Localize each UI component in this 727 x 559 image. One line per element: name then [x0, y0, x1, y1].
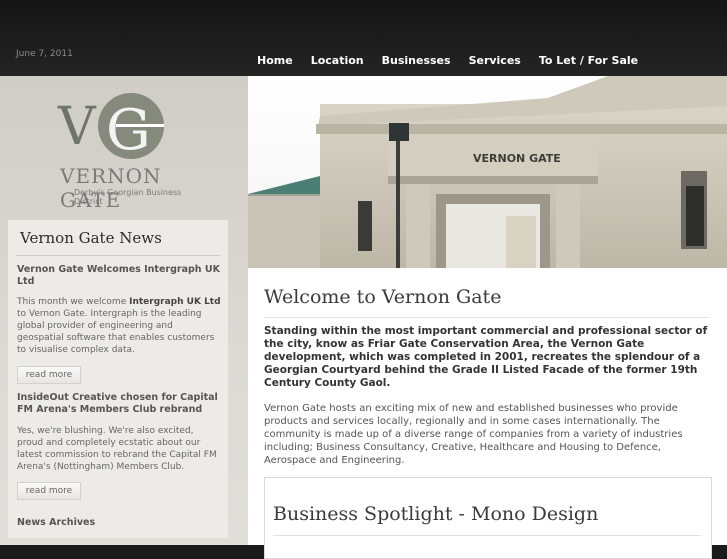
sidebar: G V VERNON GATE Derby's Georgian Busines…	[0, 76, 248, 545]
intro-body: Vernon Gate hosts an exciting mix of new…	[264, 403, 683, 466]
date-label: June 7, 2011	[16, 49, 73, 59]
hero-image: VERNON GATE	[248, 76, 727, 268]
svg-text:V: V	[57, 97, 97, 157]
building-facade-illustration: VERNON GATE	[248, 76, 727, 268]
news-archives-link[interactable]: News Archives	[17, 517, 95, 528]
hero-sign-text: VERNON GATE	[473, 152, 561, 165]
svg-text:G: G	[106, 98, 151, 163]
title-divider	[264, 317, 710, 318]
top-bar: June 7, 2011 Home Location Businesses Se…	[0, 0, 727, 76]
news-item-2-read-more-button[interactable]: read more	[17, 482, 81, 500]
page-title: Welcome to Vernon Gate	[264, 286, 502, 308]
nav-services[interactable]: Services	[469, 54, 521, 67]
intro-lead: Standing within the most important comme…	[264, 325, 708, 389]
news-item-1-read-more-button[interactable]: read more	[17, 366, 81, 384]
news-item-2-text: Yes, we're blushing. We're also excited,…	[17, 426, 217, 472]
vernon-gate-logo[interactable]: G V VERNON GATE Derby's Georgian Busines…	[28, 84, 208, 212]
nav-location[interactable]: Location	[311, 54, 364, 67]
news-divider	[16, 255, 220, 256]
news-title: Vernon Gate News	[20, 229, 162, 247]
main-nav: Home Location Businesses Services To Let…	[257, 54, 656, 67]
main-content: Welcome to Vernon Gate Standing within t…	[248, 268, 727, 559]
spotlight-divider	[273, 535, 701, 536]
news-item-2-heading[interactable]: InsideOut Creative chosen for Capital FM…	[17, 392, 222, 416]
news-panel: Vernon Gate News Vernon Gate Welcomes In…	[8, 220, 228, 538]
nav-to-let[interactable]: To Let / For Sale	[539, 54, 638, 67]
vg-monogram-icon: G V	[57, 93, 164, 163]
spotlight-title: Business Spotlight - Mono Design	[273, 503, 599, 525]
logo-subtitle: Derby's Georgian Business District	[74, 188, 182, 206]
news-item-1-heading[interactable]: Vernon Gate Welcomes Intergraph UK Ltd	[17, 264, 222, 288]
nav-home[interactable]: Home	[257, 54, 293, 67]
nav-businesses[interactable]: Businesses	[382, 54, 451, 67]
business-spotlight-panel: Business Spotlight - Mono Design	[264, 477, 712, 559]
news-item-1-text: This month we welcome Intergraph UK Ltd …	[17, 297, 221, 355]
